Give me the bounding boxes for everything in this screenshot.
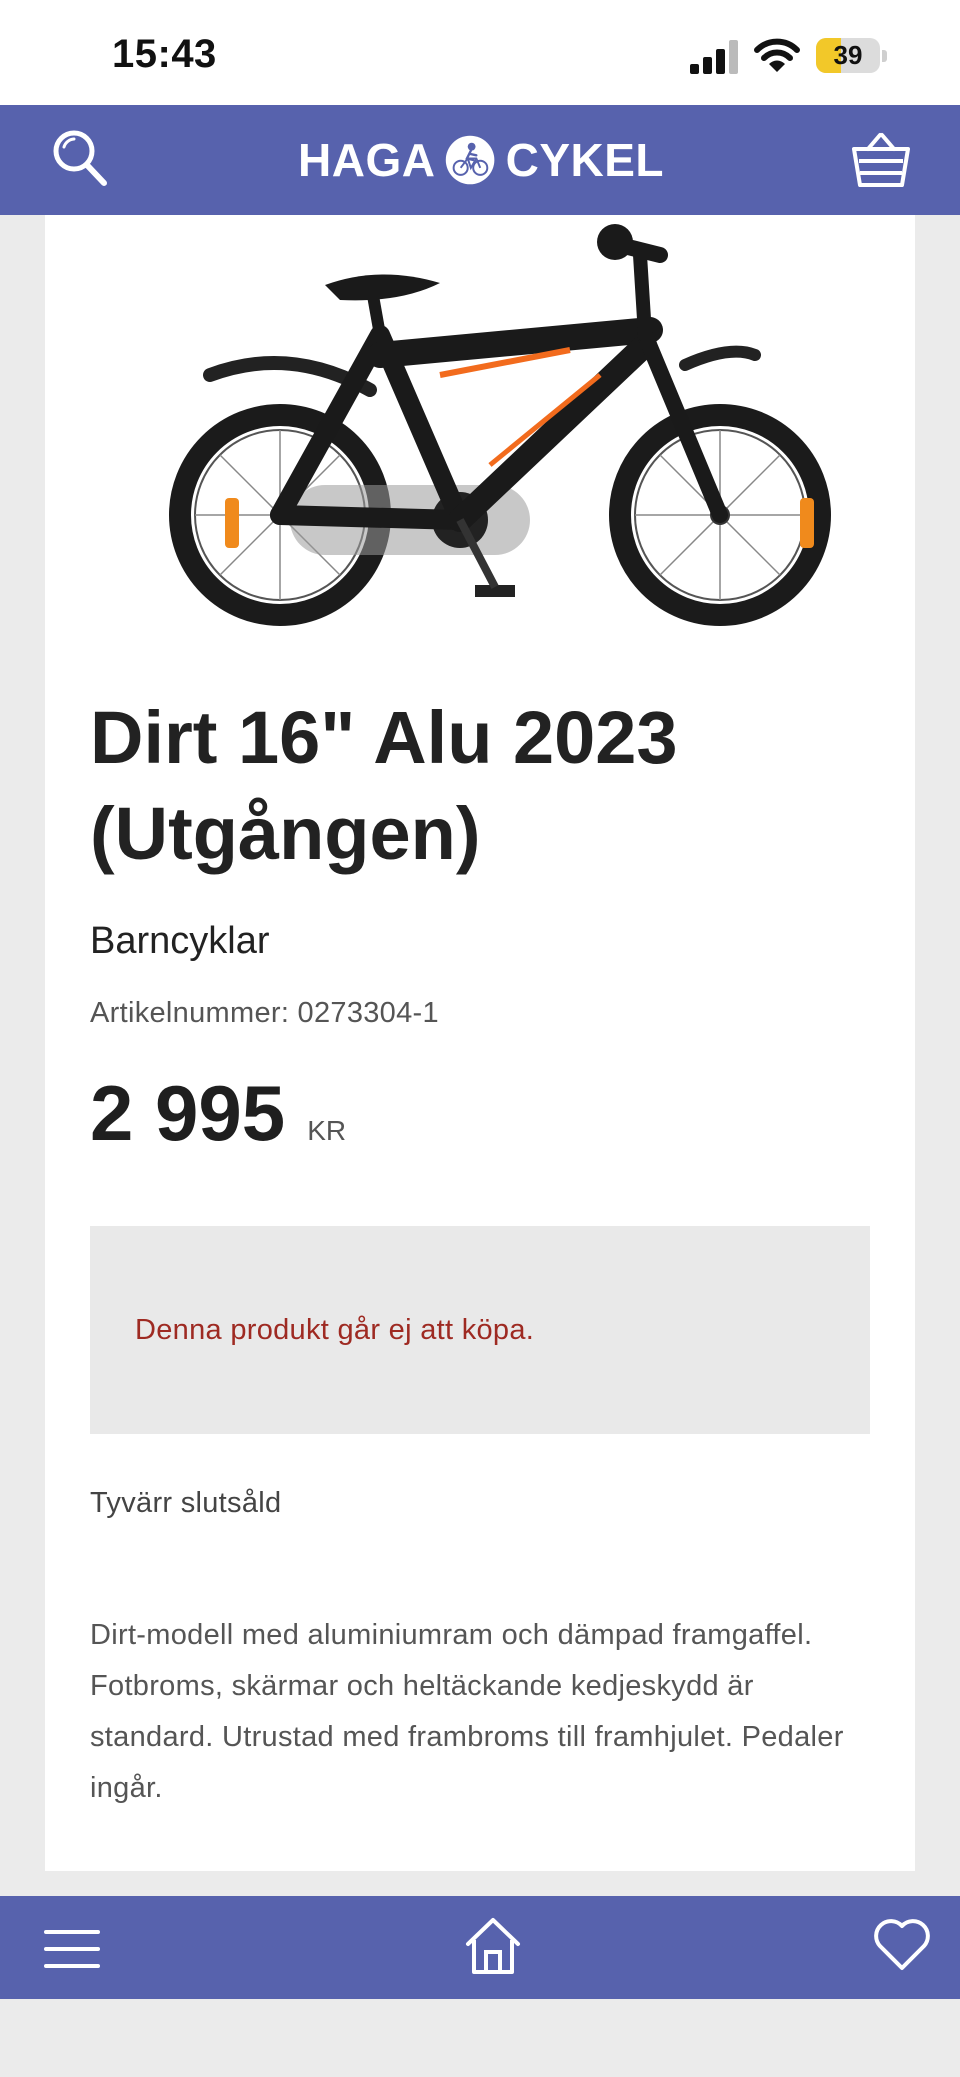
unavailable-notice: Denna produkt går ej att köpa. — [90, 1226, 870, 1434]
article-number: Artikelnummer: 0273304-1 — [90, 997, 439, 1029]
bottom-safe-area — [0, 1999, 960, 2077]
heart-icon[interactable] — [872, 1916, 932, 1972]
bicycle-image[interactable] — [140, 215, 870, 655]
home-icon[interactable] — [464, 1916, 522, 1976]
status-time: 15:43 — [112, 32, 217, 76]
hamburger-menu-icon[interactable] — [44, 1926, 100, 1972]
product-title: Dirt 16" Alu 2023 (Utgången) — [90, 696, 678, 875]
soldout-text: Tyvärr slutsåld — [90, 1487, 282, 1519]
search-icon[interactable] — [50, 127, 110, 191]
cellular-signal-icon — [690, 40, 738, 74]
site-logo[interactable]: HAGA CYKEL — [298, 127, 664, 193]
unavailable-notice-text: Denna produkt går ej att köpa. — [135, 1314, 535, 1346]
app-header: HAGA CYKEL — [0, 105, 960, 215]
bottom-nav — [0, 1896, 960, 1999]
product-card: Dirt 16" Alu 2023 (Utgången) Barncyklar … — [45, 215, 915, 1871]
basket-icon[interactable] — [850, 131, 912, 189]
price-currency: KR — [307, 1115, 347, 1146]
price: 2 995 KR — [90, 1068, 346, 1159]
price-value: 2 995 — [90, 1069, 286, 1157]
cyclist-logo-icon — [446, 135, 495, 185]
product-description: Dirt-modell med aluminiumram och dämpad … — [90, 1619, 844, 1804]
battery-level: 39 — [833, 40, 863, 70]
wifi-icon — [754, 38, 800, 72]
logo-text-right: CYKEL — [505, 134, 664, 186]
battery-indicator: 39 — [816, 38, 888, 73]
status-bar: 15:43 39 — [0, 0, 960, 105]
logo-text-left: HAGA — [298, 134, 436, 186]
product-category[interactable]: Barncyklar — [90, 920, 270, 963]
